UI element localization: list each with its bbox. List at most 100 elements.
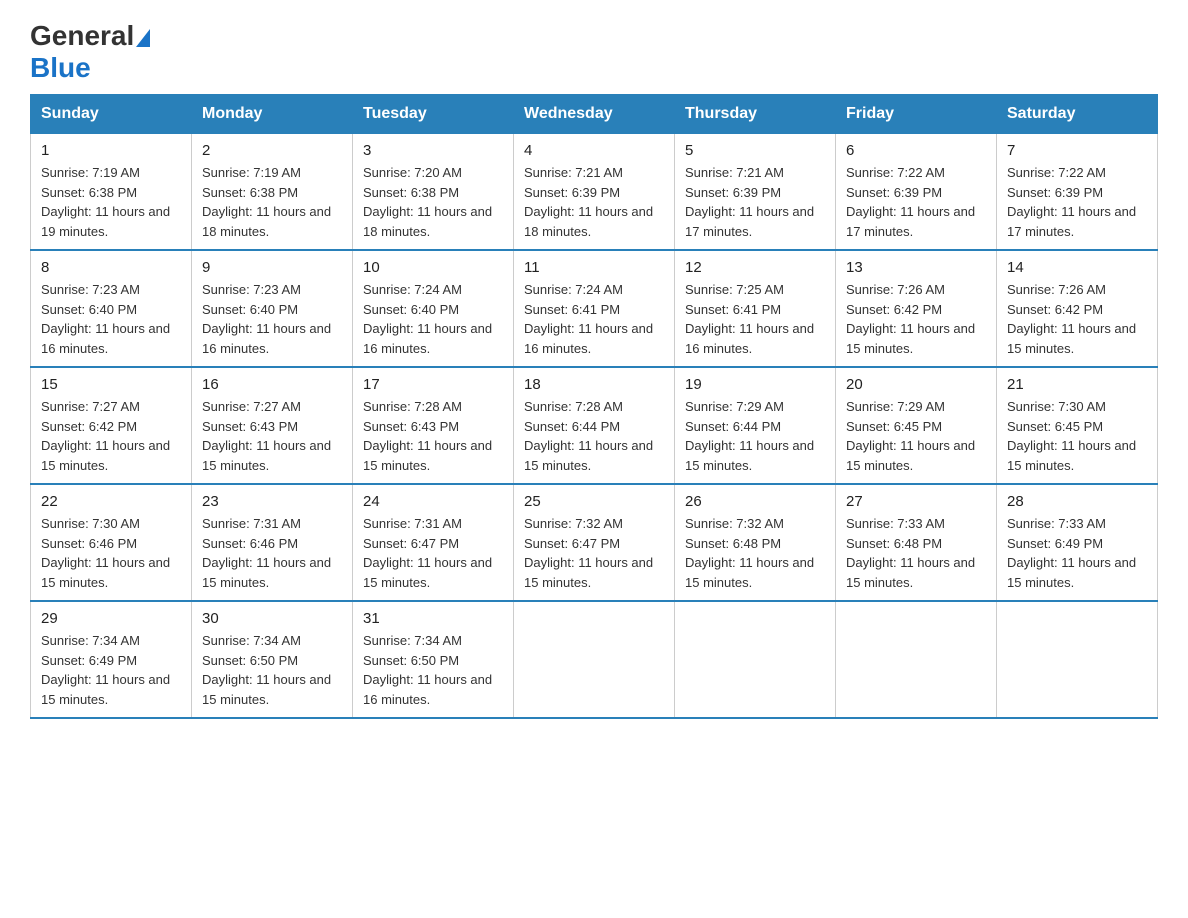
day-cell: 24 Sunrise: 7:31 AMSunset: 6:47 PMDayligh… xyxy=(353,484,514,601)
day-info: Sunrise: 7:29 AMSunset: 6:45 PMDaylight:… xyxy=(846,399,975,473)
day-info: Sunrise: 7:24 AMSunset: 6:40 PMDaylight:… xyxy=(363,282,492,356)
day-cell: 29 Sunrise: 7:34 AMSunset: 6:49 PMDayligh… xyxy=(31,601,192,718)
day-number: 17 xyxy=(363,376,503,393)
header-cell-monday: Monday xyxy=(192,95,353,134)
day-cell: 11Sunrise: 7:24 AMSunset: 6:41 PMDayligh… xyxy=(514,250,675,367)
week-row-3: 15 Sunrise: 7:27 AMSunset: 6:42 PMDayligh… xyxy=(31,367,1158,484)
day-cell: 7Sunrise: 7:22 AMSunset: 6:39 PMDaylight… xyxy=(997,134,1158,251)
day-number: 19 xyxy=(685,376,825,393)
day-cell: 26Sunrise: 7:32 AMSunset: 6:48 PMDayligh… xyxy=(675,484,836,601)
day-info: Sunrise: 7:27 AMSunset: 6:42 PMDaylight:… xyxy=(41,399,170,473)
day-cell xyxy=(675,601,836,718)
day-info: Sunrise: 7:34 AMSunset: 6:49 PMDaylight:… xyxy=(41,633,170,707)
day-number: 6 xyxy=(846,142,986,159)
day-number: 28 xyxy=(1007,493,1147,510)
day-cell: 31 Sunrise: 7:34 AMSunset: 6:50 PMDayligh… xyxy=(353,601,514,718)
day-number: 11 xyxy=(524,259,664,276)
day-cell: 2Sunrise: 7:19 AMSunset: 6:38 PMDaylight… xyxy=(192,134,353,251)
day-number: 18 xyxy=(524,376,664,393)
day-cell: 25 Sunrise: 7:32 AMSunset: 6:47 PMDayligh… xyxy=(514,484,675,601)
day-cell: 22Sunrise: 7:30 AMSunset: 6:46 PMDayligh… xyxy=(31,484,192,601)
calendar-body: 1 Sunrise: 7:19 AMSunset: 6:38 PMDaylight… xyxy=(31,134,1158,719)
day-number: 24 xyxy=(363,493,503,510)
day-info: Sunrise: 7:19 AMSunset: 6:38 PMDaylight:… xyxy=(41,165,170,239)
day-number: 12 xyxy=(685,259,825,276)
day-info: Sunrise: 7:32 AMSunset: 6:48 PMDaylight:… xyxy=(685,516,814,590)
day-info: Sunrise: 7:23 AMSunset: 6:40 PMDaylight:… xyxy=(202,282,331,356)
day-number: 8 xyxy=(41,259,181,276)
day-info: Sunrise: 7:33 AMSunset: 6:48 PMDaylight:… xyxy=(846,516,975,590)
day-number: 29 xyxy=(41,610,181,627)
day-info: Sunrise: 7:22 AMSunset: 6:39 PMDaylight:… xyxy=(1007,165,1136,239)
day-cell: 16 Sunrise: 7:27 AMSunset: 6:43 PMDayligh… xyxy=(192,367,353,484)
day-cell xyxy=(836,601,997,718)
day-cell: 20 Sunrise: 7:29 AMSunset: 6:45 PMDayligh… xyxy=(836,367,997,484)
week-row-1: 1 Sunrise: 7:19 AMSunset: 6:38 PMDaylight… xyxy=(31,134,1158,251)
day-number: 14 xyxy=(1007,259,1147,276)
calendar-table: SundayMondayTuesdayWednesdayThursdayFrid… xyxy=(30,94,1158,719)
day-cell: 5 Sunrise: 7:21 AMSunset: 6:39 PMDaylight… xyxy=(675,134,836,251)
day-cell: 23Sunrise: 7:31 AMSunset: 6:46 PMDayligh… xyxy=(192,484,353,601)
day-cell: 3Sunrise: 7:20 AMSunset: 6:38 PMDaylight… xyxy=(353,134,514,251)
calendar-header: SundayMondayTuesdayWednesdayThursdayFrid… xyxy=(31,95,1158,134)
day-cell: 14 Sunrise: 7:26 AMSunset: 6:42 PMDayligh… xyxy=(997,250,1158,367)
day-info: Sunrise: 7:28 AMSunset: 6:44 PMDaylight:… xyxy=(524,399,653,473)
day-info: Sunrise: 7:25 AMSunset: 6:41 PMDaylight:… xyxy=(685,282,814,356)
header-row: SundayMondayTuesdayWednesdayThursdayFrid… xyxy=(31,95,1158,134)
day-number: 20 xyxy=(846,376,986,393)
header-cell-tuesday: Tuesday xyxy=(353,95,514,134)
day-cell: 10 Sunrise: 7:24 AMSunset: 6:40 PMDayligh… xyxy=(353,250,514,367)
day-info: Sunrise: 7:31 AMSunset: 6:47 PMDaylight:… xyxy=(363,516,492,590)
day-info: Sunrise: 7:28 AMSunset: 6:43 PMDaylight:… xyxy=(363,399,492,473)
day-cell: 13 Sunrise: 7:26 AMSunset: 6:42 PMDayligh… xyxy=(836,250,997,367)
day-cell: 15 Sunrise: 7:27 AMSunset: 6:42 PMDayligh… xyxy=(31,367,192,484)
day-info: Sunrise: 7:33 AMSunset: 6:49 PMDaylight:… xyxy=(1007,516,1136,590)
day-info: Sunrise: 7:22 AMSunset: 6:39 PMDaylight:… xyxy=(846,165,975,239)
week-row-2: 8 Sunrise: 7:23 AMSunset: 6:40 PMDaylight… xyxy=(31,250,1158,367)
day-number: 23 xyxy=(202,493,342,510)
day-cell: 28 Sunrise: 7:33 AMSunset: 6:49 PMDayligh… xyxy=(997,484,1158,601)
day-number: 16 xyxy=(202,376,342,393)
day-number: 30 xyxy=(202,610,342,627)
day-number: 5 xyxy=(685,142,825,159)
day-cell: 18 Sunrise: 7:28 AMSunset: 6:44 PMDayligh… xyxy=(514,367,675,484)
day-number: 27 xyxy=(846,493,986,510)
header-cell-friday: Friday xyxy=(836,95,997,134)
day-info: Sunrise: 7:27 AMSunset: 6:43 PMDaylight:… xyxy=(202,399,331,473)
day-number: 15 xyxy=(41,376,181,393)
week-row-5: 29 Sunrise: 7:34 AMSunset: 6:49 PMDayligh… xyxy=(31,601,1158,718)
day-number: 3 xyxy=(363,142,503,159)
header-cell-saturday: Saturday xyxy=(997,95,1158,134)
day-info: Sunrise: 7:32 AMSunset: 6:47 PMDaylight:… xyxy=(524,516,653,590)
day-cell: 27 Sunrise: 7:33 AMSunset: 6:48 PMDayligh… xyxy=(836,484,997,601)
day-info: Sunrise: 7:21 AMSunset: 6:39 PMDaylight:… xyxy=(685,165,814,239)
day-info: Sunrise: 7:34 AMSunset: 6:50 PMDaylight:… xyxy=(363,633,492,707)
day-info: Sunrise: 7:34 AMSunset: 6:50 PMDaylight:… xyxy=(202,633,331,707)
day-cell: 17 Sunrise: 7:28 AMSunset: 6:43 PMDayligh… xyxy=(353,367,514,484)
day-cell: 12 Sunrise: 7:25 AMSunset: 6:41 PMDayligh… xyxy=(675,250,836,367)
day-number: 13 xyxy=(846,259,986,276)
day-number: 21 xyxy=(1007,376,1147,393)
day-info: Sunrise: 7:26 AMSunset: 6:42 PMDaylight:… xyxy=(1007,282,1136,356)
day-cell: 19 Sunrise: 7:29 AMSunset: 6:44 PMDayligh… xyxy=(675,367,836,484)
day-info: Sunrise: 7:29 AMSunset: 6:44 PMDaylight:… xyxy=(685,399,814,473)
day-number: 4 xyxy=(524,142,664,159)
header-cell-sunday: Sunday xyxy=(31,95,192,134)
day-number: 31 xyxy=(363,610,503,627)
header-cell-thursday: Thursday xyxy=(675,95,836,134)
day-number: 1 xyxy=(41,142,181,159)
page-header: General Blue xyxy=(30,20,1158,84)
day-info: Sunrise: 7:26 AMSunset: 6:42 PMDaylight:… xyxy=(846,282,975,356)
day-cell xyxy=(997,601,1158,718)
day-number: 25 xyxy=(524,493,664,510)
day-info: Sunrise: 7:30 AMSunset: 6:46 PMDaylight:… xyxy=(41,516,170,590)
header-cell-wednesday: Wednesday xyxy=(514,95,675,134)
day-number: 10 xyxy=(363,259,503,276)
day-cell: 1 Sunrise: 7:19 AMSunset: 6:38 PMDaylight… xyxy=(31,134,192,251)
day-cell: 9Sunrise: 7:23 AMSunset: 6:40 PMDaylight… xyxy=(192,250,353,367)
logo: General Blue xyxy=(30,20,152,84)
day-cell xyxy=(514,601,675,718)
logo-blue-text: Blue xyxy=(30,52,91,83)
week-row-4: 22Sunrise: 7:30 AMSunset: 6:46 PMDayligh… xyxy=(31,484,1158,601)
day-info: Sunrise: 7:23 AMSunset: 6:40 PMDaylight:… xyxy=(41,282,170,356)
